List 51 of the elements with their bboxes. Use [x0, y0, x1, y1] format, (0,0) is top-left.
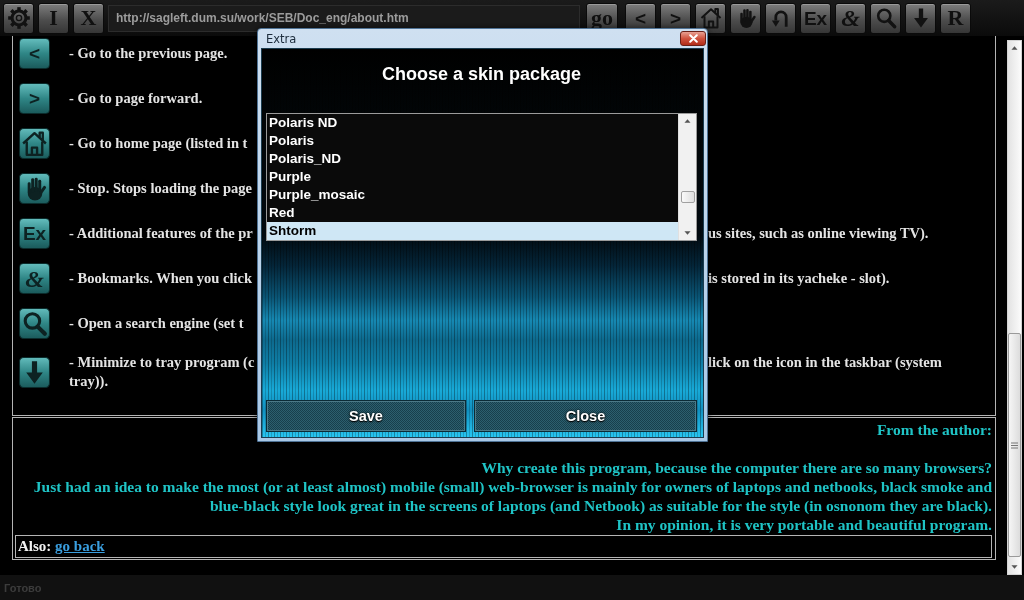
toolbar-button[interactable]: [870, 2, 901, 34]
author-paragraph: Just had an idea to make the most (or at least almost) mobile (small) web-browser is mainly for owners of laptops and netbooks, black smoke and blue-black style look great in the screens of laptops (and Netbook) as suitable for the style (in osnonom they are black).: [32, 477, 992, 515]
scrollbar[interactable]: [1007, 40, 1022, 575]
skin-list[interactable]: Polaris ND Polaris Polaris_ND Purple Purple_mosaic Red Shtorm: [266, 113, 697, 241]
close-button[interactable]: [680, 31, 706, 46]
close-icon: [687, 34, 699, 43]
address-field[interactable]: http://sagleft.dum.su/work/SEB/Doc_eng/about.htm: [108, 4, 580, 32]
dialog-button[interactable]: Close: [474, 400, 697, 432]
skin-option[interactable]: Purple_mosaic: [267, 186, 678, 204]
grip-icon: [1011, 441, 1018, 449]
gear-icon: [5, 5, 32, 31]
help-text: - Bookmarks. When you click: [69, 269, 254, 288]
dialog-button[interactable]: Save: [266, 400, 466, 432]
letter-tile: Ex: [19, 218, 50, 249]
scrollbar-thumb[interactable]: [680, 191, 695, 203]
go-back-link[interactable]: go back: [55, 538, 105, 554]
toolbar-button[interactable]: [3, 2, 34, 34]
toolbar-button[interactable]: [905, 2, 936, 34]
help-text: - Stop. Stops loading the page: [69, 179, 253, 198]
hand-icon: [19, 173, 50, 204]
author-heading: From the author:: [875, 420, 992, 439]
toolbar-button[interactable]: [730, 2, 761, 34]
help-text: lick on the icon in the taskbar (system: [708, 353, 943, 372]
author-question: Why create this program, because the computer there are so many browsers?: [480, 458, 992, 477]
scrollbar[interactable]: [678, 114, 696, 240]
help-text: tray)).: [69, 372, 109, 391]
help-text: - Additional features of the pr: [69, 224, 254, 243]
letter-tile: <: [19, 38, 50, 69]
toolbar-button[interactable]: [695, 2, 726, 34]
help-text: - Go to the previous page.: [69, 44, 229, 63]
scrollbar-thumb[interactable]: [1008, 333, 1021, 557]
skin-option[interactable]: Purple: [267, 168, 678, 186]
letter-tile: >: [19, 83, 50, 114]
skin-option[interactable]: Polaris_ND: [267, 150, 678, 168]
dialog-heading: Choose a skin package: [380, 63, 583, 86]
letter-tile: &: [19, 263, 50, 294]
skin-option[interactable]: Shtorm: [267, 222, 678, 240]
help-text: - Open a search engine (set t: [69, 314, 245, 333]
help-text: - Go to page forward.: [69, 89, 204, 108]
toolbar-button[interactable]: [765, 2, 796, 34]
help-text: - Minimize to tray program (c: [69, 353, 256, 372]
help-text: - Go to home page (listed in t: [69, 134, 249, 153]
skin-option[interactable]: Polaris ND: [267, 114, 678, 132]
help-text: is stored in its yacheke - slot).: [708, 269, 891, 288]
skin-option[interactable]: Polaris: [267, 132, 678, 150]
window-title: Extra: [265, 31, 297, 46]
help-text: us sites, such as online viewing TV).: [708, 224, 930, 243]
author-closing: In my opinion, it is very portable and beautiful program.: [615, 515, 992, 534]
house-icon: [19, 128, 50, 159]
search-icon: [19, 308, 50, 339]
skin-option[interactable]: Red: [267, 204, 678, 222]
